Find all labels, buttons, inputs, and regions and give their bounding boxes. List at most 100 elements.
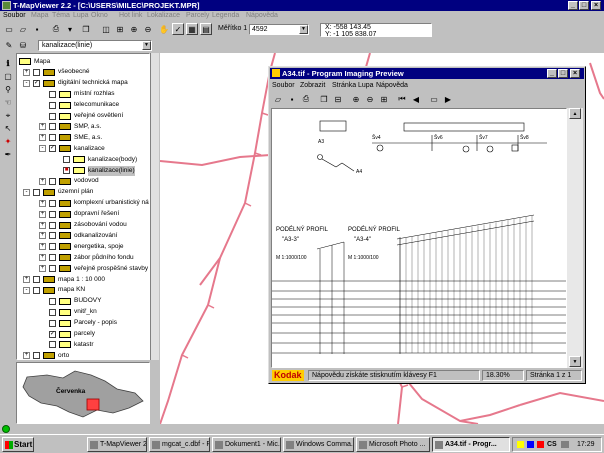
open-folder-icon[interactable]: ▱ (272, 93, 284, 105)
expander-icon[interactable]: + (39, 210, 46, 218)
tree-node[interactable]: - ✓ kanalizace (39, 143, 105, 154)
expander-icon[interactable]: + (39, 123, 46, 131)
layer-checkbox[interactable] (33, 286, 40, 294)
open-folder-icon[interactable]: ▱ (17, 23, 29, 35)
maximize-button[interactable]: □ (579, 1, 589, 10)
tree-node[interactable]: ■ kanalizace(linie) (53, 165, 135, 176)
selector-icon[interactable]: ↖ (2, 123, 14, 134)
layer-checkbox[interactable] (49, 123, 56, 131)
layer-checkbox[interactable]: ✓ (49, 145, 56, 153)
hand-icon[interactable]: ☜ (2, 97, 14, 108)
tree-node[interactable]: ✓ parcely (39, 329, 95, 340)
menu-item-5[interactable]: Hot link (119, 11, 142, 21)
layer-checkbox[interactable] (33, 352, 40, 359)
zoom-out-icon[interactable]: ⊖ (364, 93, 376, 105)
menu-item-1[interactable]: Mapa (31, 11, 49, 21)
tree-node[interactable]: katastr (39, 339, 94, 350)
menu-item-0[interactable]: Soubor (3, 11, 26, 21)
layer-checkbox[interactable] (49, 177, 56, 185)
scan-icon[interactable]: ⊟ (332, 93, 344, 105)
tree-node[interactable]: + SMP, a.s. (39, 121, 101, 132)
layer-checkbox[interactable] (49, 297, 56, 305)
menu-item-6[interactable]: Lokalizace (147, 11, 180, 21)
layer-checkbox[interactable] (49, 232, 56, 240)
zoom-fit-icon[interactable]: ⊞ (378, 93, 390, 105)
tray-icon[interactable] (537, 441, 544, 448)
menu-item-4[interactable]: Okno (91, 11, 108, 21)
preview-menu-item-2[interactable]: Stránka (332, 80, 356, 91)
layers-icon[interactable]: ▤ (200, 23, 212, 35)
tree-node[interactable]: + orto (23, 350, 69, 359)
layer-checkbox[interactable] (33, 188, 40, 196)
menu-item-3[interactable]: Lupa (73, 11, 89, 21)
first-page-icon[interactable]: ⏮ (396, 93, 408, 105)
main-title-bar[interactable]: T-MapViewer 2.2 - [C:\USERS\MILEC\PROJEK… (0, 0, 604, 11)
print-icon[interactable]: ⎙ (50, 23, 62, 35)
zoom-in-icon[interactable]: ⊕ (128, 23, 140, 35)
menu-item-9[interactable]: Nápověda (246, 11, 278, 21)
expander-icon[interactable]: - (39, 145, 46, 153)
expander-icon[interactable]: + (39, 254, 46, 262)
taskbar-button[interactable]: A34.tif - Progr... (432, 437, 510, 452)
expander-icon[interactable]: - (23, 188, 30, 196)
taskbar-button[interactable]: T-MapViewer 2.2 (87, 437, 147, 452)
zoom-out-icon[interactable]: ⊖ (142, 23, 154, 35)
preview-menu-item-4[interactable]: Nápověda (376, 80, 408, 91)
taskbar-button[interactable]: Windows Comma... (283, 437, 354, 452)
page-box-icon[interactable]: ▭ (428, 93, 440, 105)
tree-node[interactable]: - mapa KN (23, 285, 85, 296)
tree-node[interactable]: + SME, a.s. (39, 132, 102, 143)
chevron-down-icon[interactable]: ▼ (299, 25, 308, 34)
draw-icon[interactable]: ✒ (2, 149, 14, 160)
tree-node[interactable]: - územní plán (23, 187, 93, 198)
layer-checkbox[interactable] (49, 341, 56, 349)
preview-close-button[interactable]: × (570, 69, 580, 78)
layer-checkbox[interactable] (49, 254, 56, 262)
copy-icon[interactable]: ❐ (318, 93, 330, 105)
tree-node[interactable]: + odkanalizování (39, 230, 117, 241)
next-page-icon[interactable]: ▶ (442, 93, 454, 105)
magnifier-icon[interactable]: ⚲ (2, 84, 14, 95)
scroll-up-icon[interactable]: ▲ (569, 108, 581, 119)
taskbar-button[interactable]: Microsoft Photo ... (356, 437, 430, 452)
tree-node[interactable]: místní rozhlas (39, 89, 114, 100)
preview-minimize-button[interactable]: _ (547, 69, 557, 78)
expander-icon[interactable]: - (23, 79, 30, 87)
preview-title-bar[interactable]: A34.tif - Program Imaging Preview _ □ × (270, 68, 584, 79)
expander-icon[interactable]: + (39, 243, 46, 251)
prev-page-icon[interactable]: ◀ (410, 93, 422, 105)
layer-checkbox[interactable] (49, 199, 56, 207)
layer-checkbox[interactable] (33, 276, 40, 283)
layer-checkbox[interactable] (49, 221, 56, 229)
expander-icon[interactable]: + (39, 221, 46, 229)
layer-checkbox[interactable] (49, 90, 56, 98)
layer-checkbox[interactable] (49, 210, 56, 218)
preview-window[interactable]: A34.tif - Program Imaging Preview _ □ × … (268, 66, 586, 384)
preview-vertical-scrollbar[interactable]: ▲ ▼ (567, 108, 583, 368)
expander-icon[interactable]: + (23, 352, 30, 359)
layer-tree[interactable]: Mapa + všeobecné - ✓ digitální technická mapa… (16, 53, 150, 360)
expander-icon[interactable]: + (23, 276, 30, 283)
taskbar-button[interactable]: mgcat_c.dbf - Po... (149, 437, 210, 452)
layer-tool-icon[interactable]: ⛁ (17, 39, 29, 51)
preview-menu-item-3[interactable]: Lupa (358, 80, 374, 91)
save-icon[interactable]: ▪ (286, 93, 298, 105)
tree-node[interactable]: Mapa (19, 56, 50, 67)
layer-checkbox[interactable] (49, 319, 56, 327)
tree-node[interactable]: + mapa 1 : 10 000 (23, 274, 105, 285)
chevron-down-icon[interactable]: ▼ (142, 41, 151, 50)
layer-checkbox[interactable] (49, 134, 56, 142)
pencil-icon[interactable]: ✎ (3, 39, 15, 51)
tree-node[interactable]: - ✓ digitální technická mapa (23, 78, 128, 89)
minimize-button[interactable]: _ (568, 1, 578, 10)
tree-node[interactable]: vnitř_kn (39, 307, 97, 318)
pan-icon[interactable]: ✋ (158, 23, 170, 35)
tree-node[interactable]: + všeobecné (23, 67, 89, 78)
tree-node[interactable]: + vodovod (39, 176, 99, 187)
expander-icon[interactable]: + (39, 199, 46, 207)
tree-node[interactable]: + zábor půdního fondu (39, 252, 134, 263)
layer-select[interactable]: kanalizace(linie) ▼ (38, 40, 152, 51)
tree-node[interactable]: + veřejně prospěšné stavby (39, 263, 148, 274)
tree-node[interactable]: Parcely - popis (39, 318, 117, 329)
app-icon[interactable] (2, 1, 11, 10)
